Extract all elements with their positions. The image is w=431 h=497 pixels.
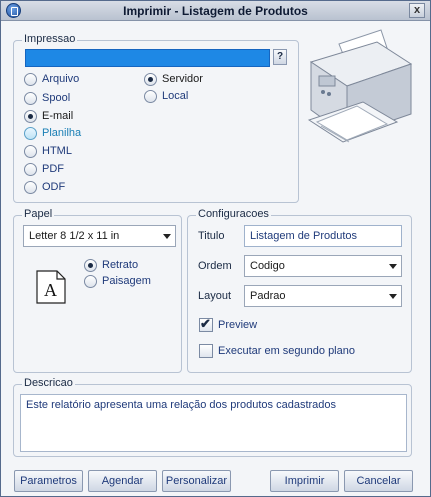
configuracoes-group: Configuracoes Titulo Listagem de Produto…	[187, 208, 412, 373]
checkmark-icon: ✔	[200, 316, 211, 331]
destination-input[interactable]	[25, 49, 270, 67]
radio-circle	[84, 259, 97, 272]
layout-select[interactable]: Padrao	[244, 285, 402, 307]
agendar-button[interactable]: Agendar	[88, 470, 157, 492]
title-bar: Imprimir - Listagem de Produtos x	[1, 1, 430, 21]
radio-circle	[24, 110, 37, 123]
chevron-down-icon	[159, 226, 175, 246]
radio-circle	[144, 73, 157, 86]
ordem-label: Ordem	[198, 260, 232, 272]
cancelar-button[interactable]: Cancelar	[344, 470, 413, 492]
chevron-down-icon	[385, 286, 401, 306]
personalizar-button[interactable]: Personalizar	[162, 470, 231, 492]
radio-circle	[144, 90, 157, 103]
paper-size-select[interactable]: Letter 8 1/2 x 11 in	[23, 225, 176, 247]
radio-circle	[24, 163, 37, 176]
radio-circle	[24, 73, 37, 86]
layout-label: Layout	[198, 290, 232, 302]
radio-circle	[24, 145, 37, 158]
radio-circle	[24, 92, 37, 105]
descricao-label: Descricao	[22, 377, 75, 389]
parametros-button[interactable]: Parametros	[14, 470, 83, 492]
close-button[interactable]: x	[409, 3, 425, 18]
checkbox-box: ✔	[199, 316, 213, 332]
papel-label: Papel	[22, 208, 55, 220]
impressao-label: Impressao	[22, 33, 78, 45]
radio-circle	[24, 181, 37, 194]
papel-group: Papel Letter 8 1/2 x 11 in A Retrato Pai…	[13, 208, 182, 373]
help-button[interactable]: ?	[273, 49, 287, 65]
descricao-textarea[interactable]: Este relatório apresenta uma relação dos…	[20, 394, 407, 452]
imprimir-button[interactable]: Imprimir	[270, 470, 339, 492]
print-dialog: Imprimir - Listagem de Produtos x Impres…	[0, 0, 431, 497]
checkbox-box	[199, 344, 213, 358]
printer-icon	[307, 29, 413, 143]
descricao-group: Descricao Este relatório apresenta uma r…	[13, 377, 412, 457]
configuracoes-label: Configuracoes	[196, 208, 271, 220]
window-title: Imprimir - Listagem de Produtos	[123, 4, 308, 18]
radio-circle	[84, 275, 97, 288]
impressao-group: Impressao ? Arquivo Spool E-mail Planilh…	[13, 33, 299, 203]
titulo-label: Titulo	[198, 230, 225, 242]
chevron-down-icon	[385, 256, 401, 276]
ordem-select[interactable]: Codigo	[244, 255, 402, 277]
orientation-letter: A	[44, 280, 57, 300]
radio-circle	[24, 127, 37, 140]
titulo-input[interactable]: Listagem de Produtos	[244, 225, 402, 247]
document-icon: A	[36, 270, 66, 304]
